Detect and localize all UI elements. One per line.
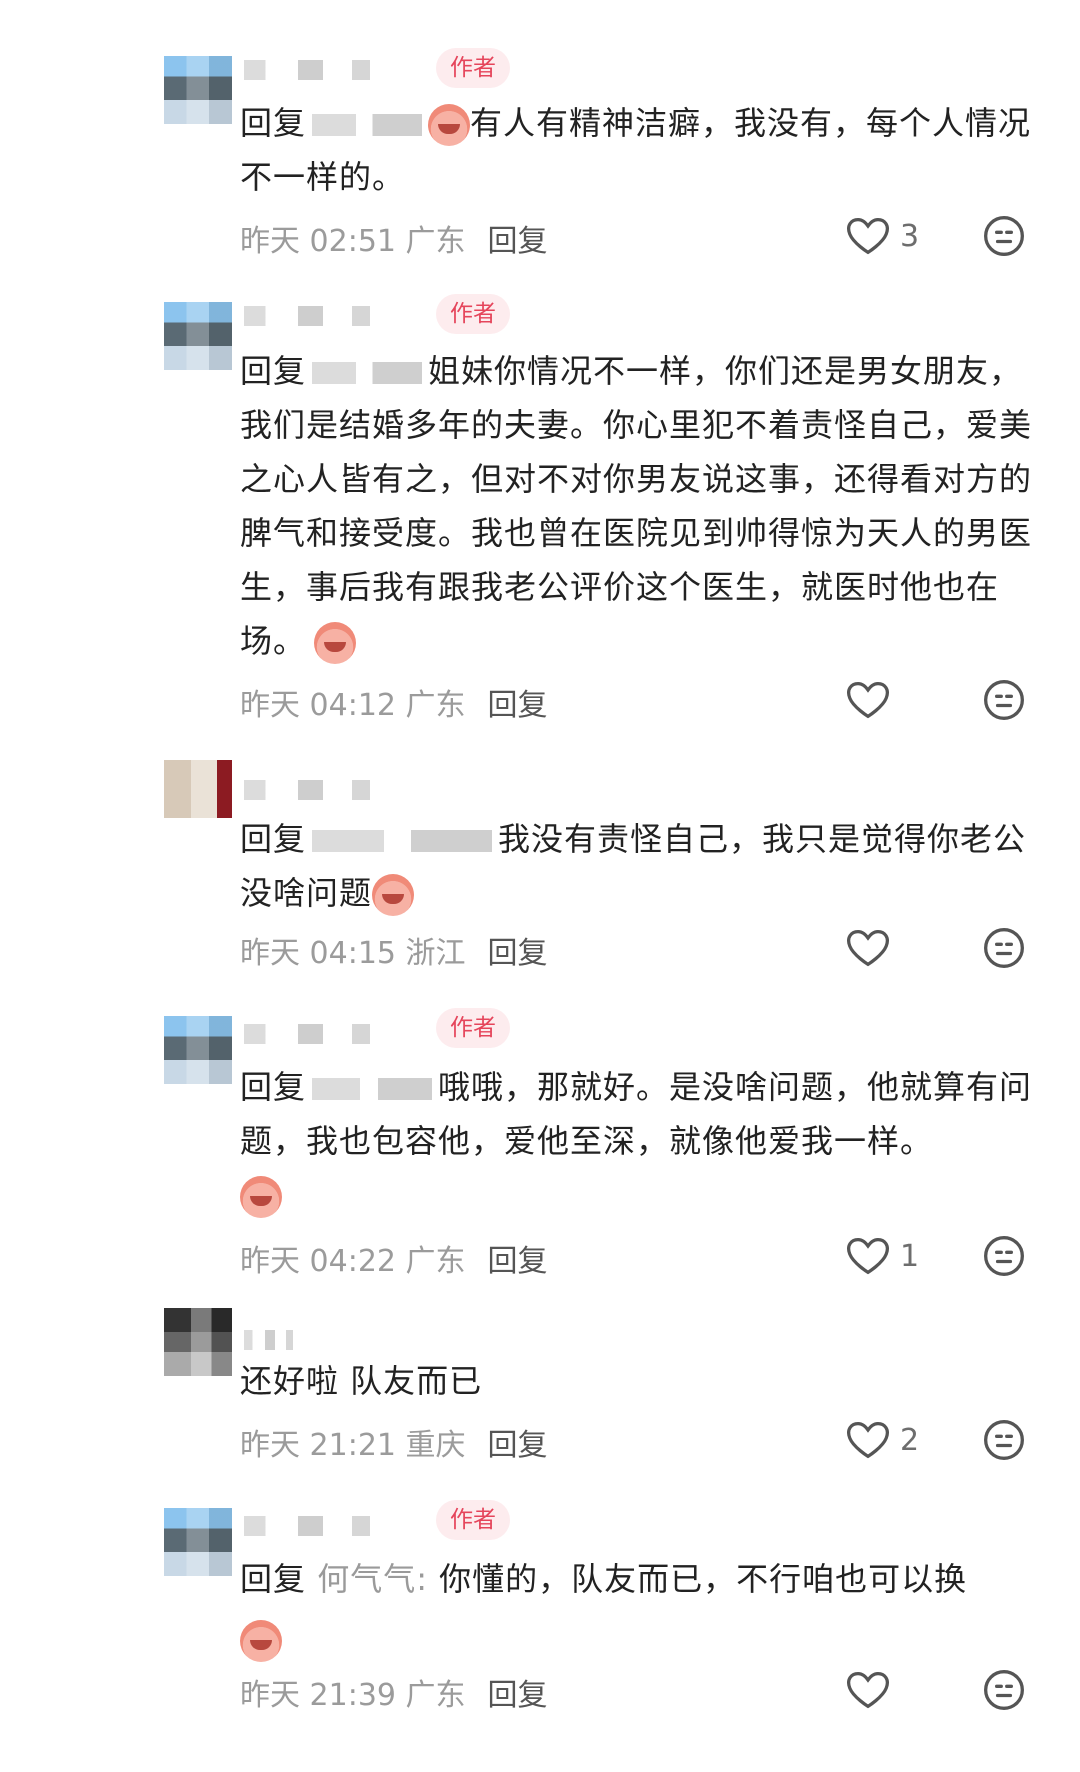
smile-emoji-icon xyxy=(314,622,357,664)
covering-mouth-emoji-icon xyxy=(240,1176,282,1218)
heart-icon xyxy=(847,929,889,967)
like-button[interactable] xyxy=(846,680,900,720)
heart-icon xyxy=(847,217,889,255)
author-badge: 作者 xyxy=(436,294,510,334)
reply-prefix: 回复 xyxy=(240,104,307,142)
author-badge: 作者 xyxy=(436,1500,510,1540)
dislike-button[interactable] xyxy=(982,214,1026,258)
author-badge: 作者 xyxy=(436,1008,510,1048)
dislike-button[interactable] xyxy=(982,1418,1026,1462)
username-blurred[interactable] xyxy=(244,306,424,326)
comment-meta: 昨天 04:22 广东 回复 xyxy=(240,1236,548,1280)
reply-target-blurred[interactable] xyxy=(312,114,423,136)
comment-body: 你懂的，队友而已，不行咱也可以换 xyxy=(439,1560,968,1598)
avatar[interactable] xyxy=(164,760,232,818)
neutral-face-icon xyxy=(984,1236,1024,1276)
comment-time-location: 昨天 02:51 广东 xyxy=(240,224,466,259)
comment-thread: 作者 回复 有人有精神洁癖，我没有，每个人情况不一样的。 昨天 02:51 广东回… xyxy=(0,0,1080,1772)
like-button[interactable]: 1 xyxy=(846,1236,919,1276)
comment-meta: 昨天 21:39 广东 回复 xyxy=(240,1670,548,1714)
reply-prefix: 回复 xyxy=(240,820,307,858)
like-button[interactable] xyxy=(846,1670,900,1710)
avatar[interactable] xyxy=(164,1508,232,1576)
reply-prefix: 回复 xyxy=(240,352,307,390)
emoji-line xyxy=(240,1620,282,1662)
reply-button[interactable]: 回复 xyxy=(488,1428,548,1463)
avatar[interactable] xyxy=(164,302,232,370)
username-blurred[interactable] xyxy=(244,60,424,80)
username-blurred[interactable] xyxy=(244,1330,314,1350)
dislike-button[interactable] xyxy=(982,926,1026,970)
laughing-emoji-icon xyxy=(240,1620,282,1662)
comment-text[interactable]: 回复 姐妹你情况不一样，你们还是男女朋友，我们是结婚多年的夫妻。你心里犯不着责怪自… xyxy=(240,344,1040,668)
neutral-face-icon xyxy=(984,680,1024,720)
dislike-button[interactable] xyxy=(982,678,1026,722)
comment-meta: 昨天 04:15 浙江 回复 xyxy=(240,928,548,972)
comment-time-location: 昨天 21:39 广东 xyxy=(240,1678,466,1713)
reply-button[interactable]: 回复 xyxy=(488,1244,548,1279)
comment-text[interactable]: 回复 哦哦，那就好。是没啥问题，他就算有问题，我也包容他，爱他至深，就像他爱我一样… xyxy=(240,1060,1040,1168)
author-badge: 作者 xyxy=(436,48,510,88)
like-count: 1 xyxy=(900,1238,920,1274)
heart-icon xyxy=(847,1421,889,1459)
avatar[interactable] xyxy=(164,56,232,124)
neutral-face-icon xyxy=(984,1420,1024,1460)
comment-meta: 昨天 04:12 广东 回复 xyxy=(240,680,548,724)
reply-prefix: 回复 xyxy=(240,1560,307,1598)
heart-icon xyxy=(847,1671,889,1709)
crying-emoji-icon xyxy=(428,104,471,146)
comment-body: 还好啦 队友而已 xyxy=(240,1362,483,1400)
reply-target-blurred[interactable] xyxy=(312,830,493,852)
like-button[interactable] xyxy=(846,928,900,968)
dislike-button[interactable] xyxy=(982,1668,1026,1712)
username-blurred[interactable] xyxy=(244,1024,424,1044)
comment-time-location: 昨天 04:22 广东 xyxy=(240,1244,466,1279)
neutral-face-icon xyxy=(984,216,1024,256)
crying-emoji-icon xyxy=(372,874,415,916)
comment-body: 姐妹你情况不一样，你们还是男女朋友，我们是结婚多年的夫妻。你心里犯不着责怪自己，… xyxy=(240,352,1033,660)
heart-icon xyxy=(847,1237,889,1275)
avatar[interactable] xyxy=(164,1016,232,1084)
comment-text[interactable]: 回复 我没有责怪自己，我只是觉得你老公没啥问题 xyxy=(240,812,1040,920)
like-button[interactable]: 3 xyxy=(846,216,919,256)
comment-time-location: 昨天 04:15 浙江 xyxy=(240,936,466,971)
like-button[interactable]: 2 xyxy=(846,1420,919,1460)
comment-meta: 昨天 02:51 广东 回复 xyxy=(240,216,548,260)
neutral-face-icon xyxy=(984,1670,1024,1710)
reply-target-blurred[interactable] xyxy=(312,1078,433,1100)
reply-target[interactable]: 何气气: xyxy=(317,1560,428,1598)
comment-time-location: 昨天 04:12 广东 xyxy=(240,688,466,723)
comment-text[interactable]: 还好啦 队友而已 xyxy=(240,1354,1040,1408)
avatar[interactable] xyxy=(164,1308,232,1376)
reply-button[interactable]: 回复 xyxy=(488,936,548,971)
reply-button[interactable]: 回复 xyxy=(488,224,548,259)
reply-button[interactable]: 回复 xyxy=(488,688,548,723)
neutral-face-icon xyxy=(984,928,1024,968)
dislike-button[interactable] xyxy=(982,1234,1026,1278)
like-count: 2 xyxy=(900,1422,920,1458)
comment-text[interactable]: 回复 何气气: 你懂的，队友而已，不行咱也可以换 xyxy=(240,1552,1040,1606)
comment-meta: 昨天 21:21 重庆 回复 xyxy=(240,1420,548,1464)
comment-time-location: 昨天 21:21 重庆 xyxy=(240,1428,466,1463)
reply-prefix: 回复 xyxy=(240,1068,307,1106)
username-blurred[interactable] xyxy=(244,780,424,800)
reply-button[interactable]: 回复 xyxy=(488,1678,548,1713)
reply-target-blurred[interactable] xyxy=(312,362,423,384)
heart-icon xyxy=(847,681,889,719)
emoji-line xyxy=(240,1176,282,1218)
like-count: 3 xyxy=(900,218,920,254)
username-blurred[interactable] xyxy=(244,1516,424,1536)
comment-text[interactable]: 回复 有人有精神洁癖，我没有，每个人情况不一样的。 xyxy=(240,96,1040,204)
